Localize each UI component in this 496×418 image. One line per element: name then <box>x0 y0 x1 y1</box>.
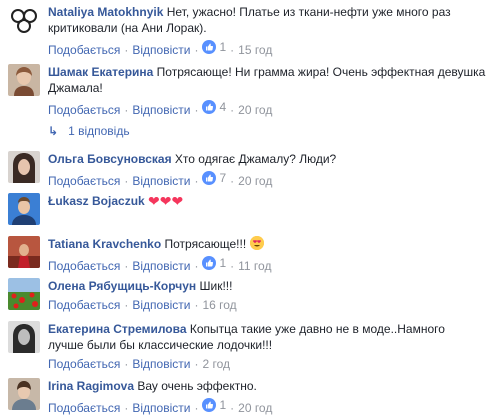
avatar[interactable] <box>8 151 40 183</box>
comment-text: Потрясающе!!! <box>164 237 247 251</box>
comment-body: Nataliya Matokhnyik Нет, ужасно! Платье … <box>48 4 488 57</box>
comment-actions: Подобається · Відповісти · 7 · 20 год <box>48 171 488 188</box>
separator: · <box>124 401 129 415</box>
like-link[interactable]: Подобається <box>48 103 120 117</box>
comment-author[interactable]: Irina Ragimova <box>48 379 134 393</box>
separator: · <box>194 298 199 312</box>
avatar[interactable] <box>8 278 40 310</box>
comment-author[interactable]: Олена Рябущиць-Корчун <box>48 279 196 293</box>
separator: · <box>194 174 199 188</box>
avatar[interactable] <box>8 236 40 268</box>
comment-body: Irina Ragimova Вау очень эффектно. Подоб… <box>48 378 488 415</box>
reply-link[interactable]: Відповісти <box>132 259 190 273</box>
separator: · <box>124 259 129 273</box>
comment-author[interactable]: Łukasz Bojaczuk <box>48 194 145 208</box>
comment-body: Олена Рябущиць-Корчун Шик!!! Подобається… <box>48 278 488 312</box>
separator: · <box>124 298 129 312</box>
like-thumb-icon <box>202 40 217 54</box>
separator: · <box>124 174 129 188</box>
like-link[interactable]: Подобається <box>48 298 120 312</box>
heart-emoji-icon: ❤ <box>148 193 160 209</box>
like-link[interactable]: Подобається <box>48 357 120 371</box>
timestamp[interactable]: 16 год <box>202 298 236 312</box>
avatar[interactable] <box>8 193 40 225</box>
separator: · <box>194 401 199 415</box>
separator: · <box>230 174 235 188</box>
heart-emoji-icon: ❤ <box>171 193 184 209</box>
avatar[interactable] <box>8 4 40 36</box>
separator: · <box>124 103 129 117</box>
comment-body: Ольга Бовсуновская Хто одягає Джамалу? Л… <box>48 151 488 188</box>
separator: · <box>230 259 235 273</box>
comment-actions: Подобається · Відповісти · 16 год <box>48 298 488 312</box>
heart-eyes-emoji-icon <box>249 236 264 250</box>
comment-actions: Подобається · Відповісти · 1 · 20 год <box>48 398 488 415</box>
comment-body: Екатерина Стремилова Копытца такие уже д… <box>48 321 488 371</box>
comment-author[interactable]: Ольга Бовсуновская <box>48 152 172 166</box>
separator: · <box>124 357 129 371</box>
separator: · <box>230 43 235 57</box>
comment-body: Łukasz Bojaczuk ❤❤❤ <box>48 193 488 209</box>
comment-actions: Подобається · Відповісти · 1 · 11 год <box>48 256 488 273</box>
reaction-count[interactable]: 1 <box>202 256 226 270</box>
view-replies-link[interactable]: ↳ 1 відповідь <box>48 124 130 138</box>
comment-text: Хто одягає Джамалу? Люди? <box>174 152 337 166</box>
heart-emoji-icon: ❤ <box>159 193 172 209</box>
separator: · <box>230 401 235 415</box>
separator: · <box>194 43 199 57</box>
separator: · <box>194 103 199 117</box>
separator: · <box>230 103 235 117</box>
like-thumb-icon <box>202 100 217 114</box>
reply-link[interactable]: Відповісти <box>132 401 190 415</box>
reaction-count[interactable]: 7 <box>202 171 226 185</box>
separator: · <box>194 259 199 273</box>
like-thumb-icon <box>202 398 217 412</box>
like-thumb-icon <box>202 256 217 270</box>
comment-body: Tatiana Kravchenko Потрясающе!!! Подобає… <box>48 236 488 273</box>
comment-author[interactable]: Шамак Екатерина <box>48 65 153 79</box>
like-thumb-icon <box>202 171 217 185</box>
reply-link[interactable]: Відповісти <box>132 43 190 57</box>
comment-author[interactable]: Екатерина Стремилова <box>48 322 187 336</box>
comment-actions: Подобається · Відповісти · 2 год <box>48 357 488 371</box>
comment-author[interactable]: Tatiana Kravchenko <box>48 237 161 251</box>
comment-body: Шамак Екатерина Потрясающе! Ни грамма жи… <box>48 64 488 117</box>
separator: · <box>124 43 129 57</box>
comment-author[interactable]: Nataliya Matokhnyik <box>48 5 163 19</box>
timestamp[interactable]: 15 год <box>238 43 272 57</box>
avatar[interactable] <box>8 321 40 353</box>
timestamp[interactable]: 20 год <box>238 174 272 188</box>
comment-text: Шик!!! <box>199 279 233 293</box>
like-link[interactable]: Подобається <box>48 174 120 188</box>
avatar[interactable] <box>8 378 40 410</box>
comment-actions: Подобається · Відповісти · 4 · 20 год <box>48 100 488 117</box>
timestamp[interactable]: 11 год <box>238 259 271 273</box>
reply-link[interactable]: Відповісти <box>132 298 190 312</box>
like-link[interactable]: Подобається <box>48 259 120 273</box>
timestamp[interactable]: 20 год <box>238 103 272 117</box>
reaction-count[interactable]: 1 <box>202 398 226 412</box>
reaction-count[interactable]: 4 <box>202 100 226 114</box>
reply-arrow-icon: ↳ <box>48 124 59 138</box>
timestamp[interactable]: 20 год <box>238 401 272 415</box>
reply-link[interactable]: Відповісти <box>132 357 190 371</box>
reply-link[interactable]: Відповісти <box>132 174 190 188</box>
avatar[interactable] <box>8 64 40 96</box>
timestamp[interactable]: 2 год <box>202 357 230 371</box>
comment-text: Вау очень эффектно. <box>137 379 257 393</box>
like-link[interactable]: Подобається <box>48 401 120 415</box>
like-link[interactable]: Подобається <box>48 43 120 57</box>
separator: · <box>194 357 199 371</box>
reply-link[interactable]: Відповісти <box>132 103 190 117</box>
reaction-count[interactable]: 1 <box>202 40 226 54</box>
replies-count: 1 відповідь <box>68 124 130 138</box>
comment-actions: Подобається · Відповісти · 1 · 15 год <box>48 40 488 57</box>
